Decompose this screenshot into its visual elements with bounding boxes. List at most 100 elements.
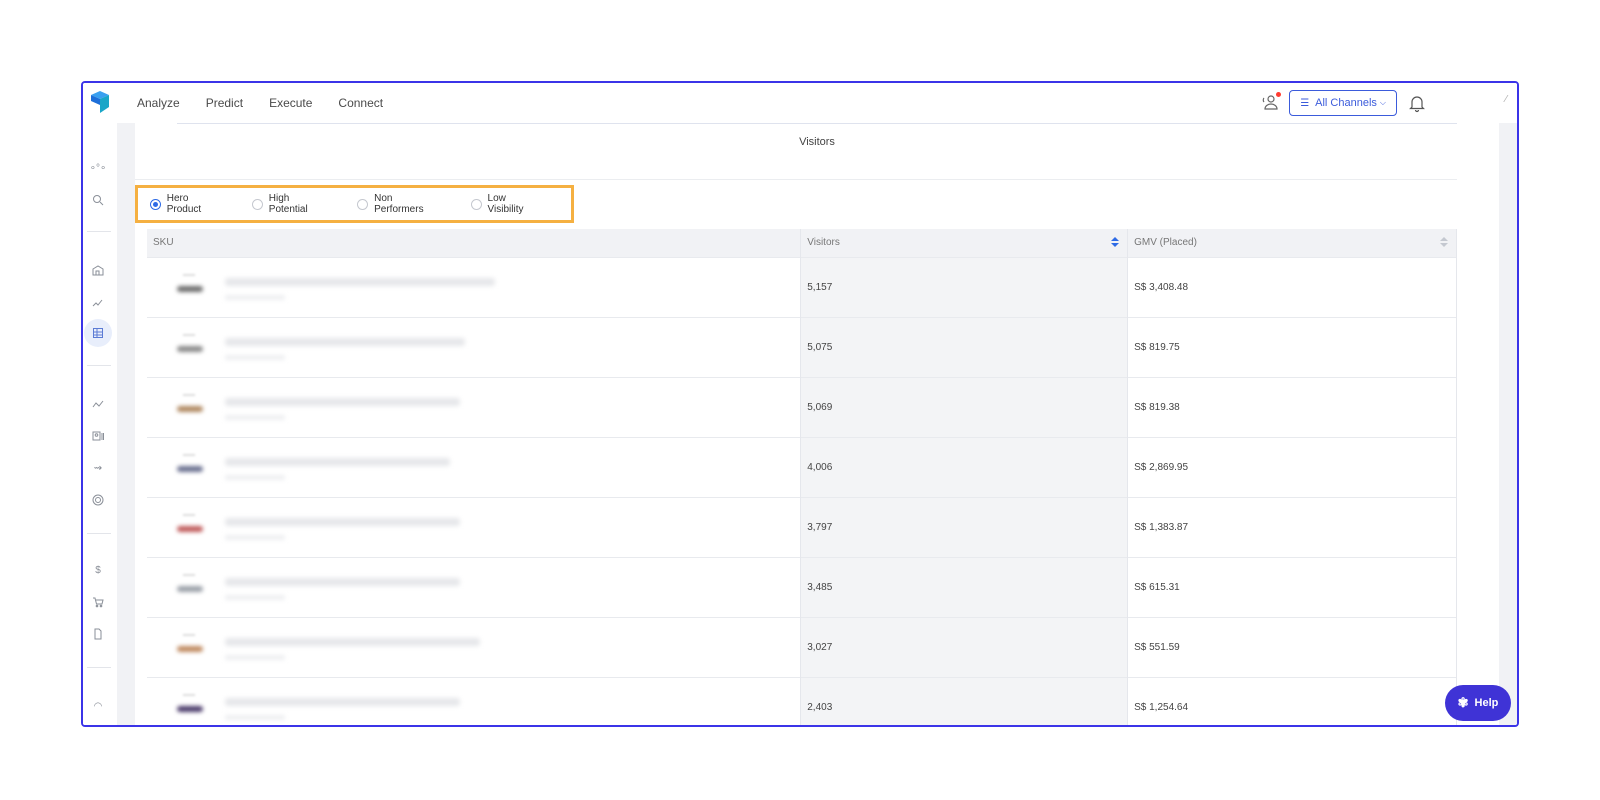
product-name-redacted (225, 397, 460, 406)
radio-hero-product[interactable]: Hero Product (150, 193, 224, 215)
sku-cell[interactable] (147, 436, 802, 497)
column-header-label: SKU (153, 237, 174, 249)
radio-non-performers[interactable]: Non Performers (357, 193, 442, 215)
radio-label: Low Visibility (487, 193, 524, 215)
currency-icon[interactable]: $ (87, 559, 109, 581)
main-content: Visitors Hero Product High Potential Non… (135, 123, 1499, 725)
document-icon[interactable] (87, 623, 109, 645)
more-icon[interactable]: ◠ (87, 695, 109, 717)
column-header-gmv[interactable]: GMV (Placed) (1127, 229, 1457, 257)
sku-cell-blank (707, 677, 801, 725)
radio-button[interactable] (252, 198, 263, 210)
grid-report-icon[interactable] (84, 319, 112, 347)
sidebar-divider (87, 231, 111, 232)
target-icon[interactable] (87, 489, 109, 511)
sku-cell-blank (707, 617, 801, 677)
nav-analyze[interactable]: Analyze (137, 96, 180, 110)
trend-search-icon[interactable] (87, 291, 109, 313)
product-thumbnail (171, 512, 213, 542)
sku-cell-blank (707, 557, 801, 617)
gmv-cell: S$ 3,408.48 (1127, 256, 1457, 317)
product-thumbnail (171, 332, 213, 362)
product-id-redacted (225, 474, 285, 480)
help-button[interactable]: ✾ Help (1445, 685, 1511, 721)
help-icon: ✾ (1457, 695, 1469, 710)
table-row[interactable]: 2,403 S$ 1,254.64 (147, 676, 1457, 725)
column-header-visitors[interactable]: Visitors (800, 229, 1129, 257)
transfer-icon[interactable]: ⇝ (87, 457, 109, 479)
nav-connect[interactable]: Connect (338, 96, 383, 110)
cart-icon[interactable] (87, 591, 109, 613)
radio-low-visibility[interactable]: Low Visibility (470, 193, 543, 215)
left-sidebar: ∘°∘ ⇝ $ ◠ (83, 123, 117, 725)
column-header-label: GMV (Placed) (1134, 237, 1197, 249)
search-icon[interactable] (87, 189, 109, 211)
sku-cell-blank (707, 497, 801, 557)
product-id-redacted (225, 414, 285, 420)
table-row[interactable]: 3,485 S$ 615.31 (147, 556, 1457, 617)
network-icon[interactable]: ∘°∘ (87, 157, 109, 179)
product-name-redacted (225, 457, 450, 466)
sort-icon[interactable] (1111, 237, 1120, 249)
sku-cell[interactable] (147, 676, 802, 725)
radio-button-checked[interactable] (150, 198, 161, 210)
product-thumbnail (171, 272, 213, 302)
product-thumbnail (171, 572, 213, 602)
product-id-redacted (225, 654, 285, 660)
sku-cell[interactable] (147, 256, 802, 317)
app-window: Analyze Predict Execute Connect ☰ All Ch… (81, 81, 1519, 727)
radio-button[interactable] (470, 198, 482, 210)
nav-execute[interactable]: Execute (269, 96, 312, 110)
contact-card-icon[interactable] (87, 425, 109, 447)
sku-cell-blank (707, 437, 801, 497)
sort-icon[interactable] (1440, 237, 1448, 249)
column-header-sku[interactable]: SKU (147, 229, 802, 257)
gmv-cell: S$ 2,869.95 (1127, 436, 1457, 497)
sku-table: SKU Visitors GMV (Placed) 5,157 S$ 3,408.… (147, 229, 1457, 725)
nav-predict[interactable]: Predict (206, 96, 243, 110)
channel-filter-button[interactable]: ☰ All Channels ⌵ (1289, 90, 1397, 116)
table-row[interactable]: 5,069 S$ 819.38 (147, 376, 1457, 437)
line-chart-icon[interactable] (87, 393, 109, 415)
bell-icon[interactable] (1407, 93, 1427, 113)
radio-high-potential[interactable]: High Potential (252, 193, 329, 215)
product-id-redacted (225, 594, 285, 600)
product-thumbnail (171, 692, 213, 722)
app-logo[interactable] (89, 91, 111, 115)
gmv-cell: S$ 551.59 (1127, 616, 1457, 677)
filter-icon: ☰ (1300, 97, 1310, 109)
section-divider (135, 179, 1457, 180)
visitors-cell: 5,157 (800, 256, 1129, 317)
sku-cell[interactable] (147, 316, 802, 377)
radio-label: Hero Product (166, 193, 202, 215)
sku-cell-blank (707, 377, 801, 437)
product-thumbnail (171, 632, 213, 662)
radio-label: High Potential (268, 193, 308, 215)
user-activity-icon[interactable] (1261, 92, 1282, 113)
sku-cell[interactable] (147, 616, 802, 677)
table-row[interactable]: 5,075 S$ 819.75 (147, 316, 1457, 377)
gmv-cell: S$ 819.75 (1127, 316, 1457, 377)
product-name-redacted (225, 697, 460, 706)
visitors-cell: 2,403 (800, 676, 1129, 725)
radio-label: Non Performers (374, 193, 424, 215)
product-thumbnail (171, 452, 213, 482)
product-name-redacted (225, 577, 460, 586)
gmv-cell: S$ 819.38 (1127, 376, 1457, 437)
section-top-line (177, 123, 1457, 124)
sku-cell[interactable] (147, 376, 802, 437)
product-id-redacted (225, 534, 285, 540)
sku-cell[interactable] (147, 496, 802, 557)
sku-cell[interactable] (147, 556, 802, 617)
table-row[interactable]: 4,006 S$ 2,869.95 (147, 436, 1457, 497)
sku-cell-blank (707, 317, 801, 377)
visitors-cell: 5,069 (800, 376, 1129, 437)
visitors-cell: 4,006 (800, 436, 1129, 497)
table-row[interactable]: 5,157 S$ 3,408.48 (147, 256, 1457, 317)
table-row[interactable]: 3,027 S$ 551.59 (147, 616, 1457, 677)
table-row[interactable]: 3,797 S$ 1,383.87 (147, 496, 1457, 557)
help-label: Help (1474, 697, 1499, 709)
radio-button[interactable] (357, 198, 369, 210)
store-icon[interactable] (87, 259, 109, 281)
sidebar-divider (87, 365, 111, 366)
